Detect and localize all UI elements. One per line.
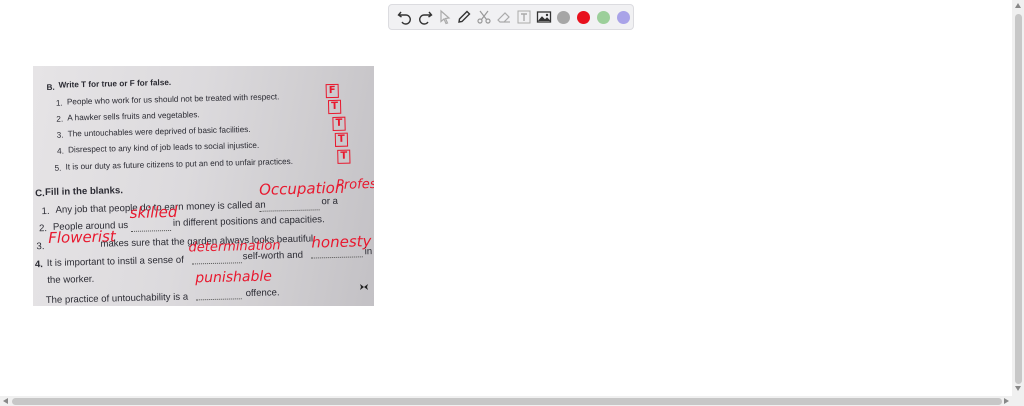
redo-icon[interactable]: [415, 7, 435, 27]
tf-answer-box-1: F: [325, 83, 339, 99]
blank-q5-text-a: The practice of untouchability is a: [45, 291, 189, 306]
color-swatch-green[interactable]: [596, 10, 610, 24]
tf-num-4: 4.: [57, 146, 65, 156]
pen-icon[interactable]: [454, 7, 474, 27]
scroll-right-arrow-icon[interactable]: [1004, 398, 1009, 404]
tf-num-2: 2.: [56, 114, 64, 124]
tf-text-1: People who work for us should not be tre…: [66, 92, 280, 107]
pointer-icon[interactable]: [435, 7, 455, 27]
vertical-scroll-thumb[interactable]: [1015, 14, 1022, 384]
blank-q1-text-b: or a: [321, 195, 339, 208]
section-b-number: B.: [46, 82, 55, 92]
color-swatch-purple[interactable]: [616, 10, 630, 24]
handwritten-honesty: honesty: [311, 232, 372, 252]
scissors-icon[interactable]: [474, 7, 494, 27]
section-b-heading: Write T for true or F for false.: [58, 77, 172, 90]
handwritten-skilled: skilled: [129, 202, 178, 222]
undo-icon[interactable]: [395, 7, 415, 27]
tf-text-5: It is our duty as future citizens to put…: [65, 156, 294, 172]
scroll-up-arrow-icon[interactable]: [1015, 3, 1021, 8]
tf-answer-box-5: T: [337, 149, 351, 164]
tf-answer-box-3: T: [332, 116, 346, 131]
tf-num-5: 5.: [54, 163, 62, 173]
text-icon[interactable]: [514, 7, 534, 27]
blank-num-4: 4.: [34, 259, 44, 271]
tf-text-4: Disrespect to any kind of job leads to s…: [67, 140, 260, 155]
handwritten-punishable: punishable: [195, 268, 273, 287]
worksheet-photo: B. Write T for true or F for false. 1. P…: [33, 66, 374, 306]
section-c-number: C.: [35, 188, 45, 200]
scroll-down-arrow-icon[interactable]: [1015, 386, 1021, 391]
tf-answer-box-2: T: [327, 99, 342, 115]
blank-num-2: 2.: [38, 223, 48, 235]
moth-icon: [360, 284, 368, 290]
blank-num-3: 3.: [36, 241, 45, 253]
scroll-left-arrow-icon[interactable]: [3, 398, 8, 404]
blank-q4-text-a: It is important to instil a sense of: [46, 254, 184, 270]
blank-q4-text-c: in: [364, 246, 373, 258]
tf-num-1: 1.: [55, 98, 63, 108]
blank-num-1: 1.: [41, 205, 50, 218]
blank-q4-text-b: self-worth and: [242, 249, 304, 263]
image-icon[interactable]: [534, 7, 554, 27]
tf-answer-box-4: T: [334, 132, 349, 147]
vertical-scrollbar[interactable]: [1012, 0, 1024, 396]
horizontal-scrollbar[interactable]: [0, 396, 1024, 406]
section-c-heading: Fill in the blanks.: [44, 185, 124, 199]
color-swatch-red[interactable]: [576, 10, 590, 24]
tf-text-2: A hawker sells fruits and vegetables.: [67, 110, 200, 123]
color-swatch-gray[interactable]: [557, 10, 570, 24]
horizontal-scroll-thumb[interactable]: [12, 398, 1002, 405]
handwritten-profession: Profession: [335, 176, 374, 193]
tf-num-3: 3.: [56, 130, 64, 140]
tf-text-3: The untouchables were deprived of basic …: [67, 125, 251, 139]
blank-q4-text-d: the worker.: [47, 273, 95, 287]
eraser-icon[interactable]: [494, 7, 514, 27]
blank-q5-text-b: offence.: [245, 287, 280, 300]
blank-q2-text-b: in different positions and capacities.: [172, 214, 325, 229]
drawing-toolbar: [388, 4, 634, 30]
